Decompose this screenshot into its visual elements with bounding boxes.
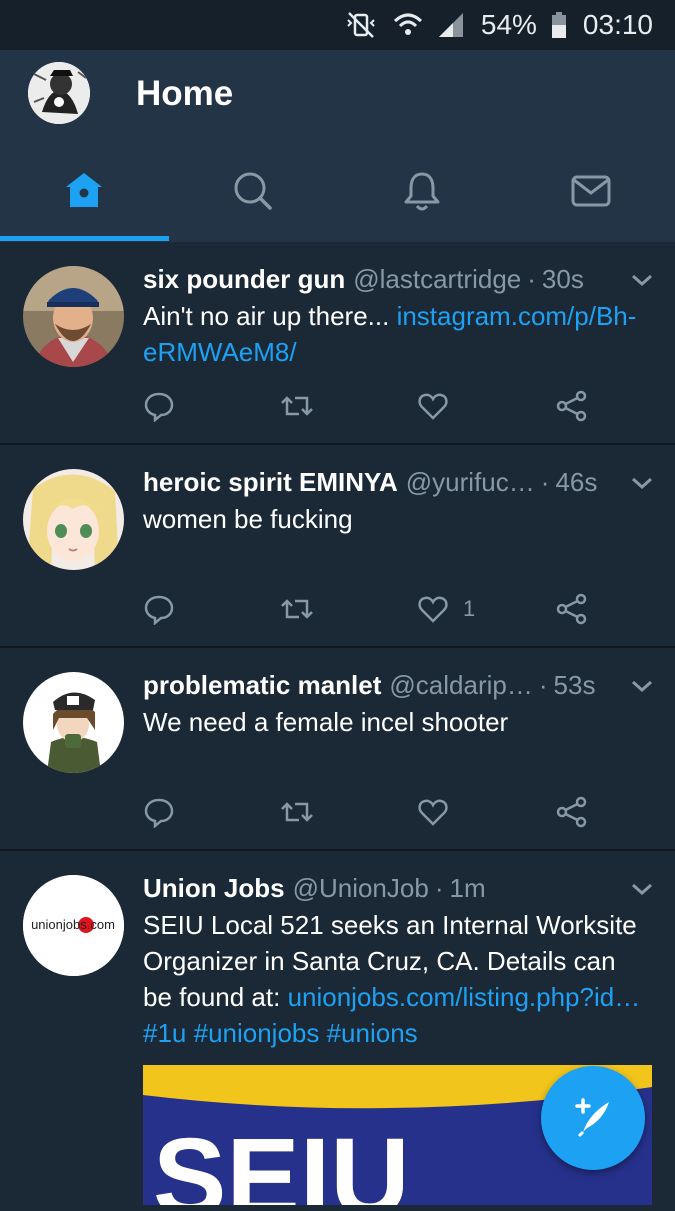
compose-quill-icon <box>569 1092 617 1145</box>
bell-icon <box>402 170 442 217</box>
tweet-header: heroic spirit EMINYA @yurifuc… · 46s <box>143 467 598 498</box>
reply-icon[interactable] <box>143 796 175 828</box>
media-text: SEIU <box>153 1116 410 1205</box>
chevron-down-icon[interactable] <box>630 881 654 902</box>
timestamp: 46s <box>555 467 598 497</box>
user-handle[interactable]: @caldarip… <box>389 670 532 701</box>
retweet-icon[interactable] <box>279 593 315 625</box>
battery-icon <box>551 11 567 39</box>
tweet-header: Union Jobs @UnionJob · 1m <box>143 873 486 904</box>
tweet[interactable]: problematic manlet @caldarip… · 53s We n… <box>0 648 675 851</box>
tweet-header: problematic manlet @caldarip… · 53s <box>143 670 596 701</box>
like-count: 1 <box>463 596 476 621</box>
chevron-down-icon[interactable] <box>630 272 654 293</box>
retweet-icon[interactable] <box>279 390 315 422</box>
signal-icon <box>437 11 465 39</box>
clock: 03:10 <box>582 9 653 40</box>
mail-icon <box>570 173 612 214</box>
tab-notifications[interactable] <box>338 150 507 236</box>
user-avatar[interactable] <box>23 266 124 367</box>
share-icon[interactable] <box>555 593 589 625</box>
home-icon <box>63 171 105 216</box>
display-name[interactable]: heroic spirit EMINYA <box>143 467 398 498</box>
tab-search[interactable] <box>169 150 338 236</box>
tweet-actions <box>143 390 603 426</box>
battery-percent: 54% <box>480 9 537 40</box>
like-icon[interactable]: 1 <box>417 593 475 625</box>
user-handle[interactable]: @yurifuc… <box>406 467 535 498</box>
reply-icon[interactable] <box>143 593 175 625</box>
vibrate-mute-icon <box>343 11 379 39</box>
chevron-down-icon[interactable] <box>630 678 654 699</box>
tweet-actions: 1 <box>143 593 603 629</box>
tweet-text: We need a female incel shooter <box>143 707 509 737</box>
user-avatar[interactable] <box>23 672 124 773</box>
timeline: six pounder gun @lastcartridge · 30s Ain… <box>0 242 675 1211</box>
display-name[interactable]: six pounder gun <box>143 264 345 295</box>
search-icon <box>232 170 274 217</box>
user-avatar[interactable] <box>23 469 124 570</box>
avatar-logo-text: unionjobs.com <box>31 917 115 932</box>
tab-messages[interactable] <box>506 150 675 236</box>
tweet-actions <box>143 796 603 832</box>
active-tab-indicator <box>0 236 169 241</box>
like-icon[interactable] <box>417 796 461 828</box>
user-avatar[interactable]: unionjobs.com <box>23 875 124 976</box>
tweet-header: six pounder gun @lastcartridge · 30s <box>143 264 584 295</box>
tweet-link[interactable]: unionjobs.com/listing.php?id… <box>288 982 641 1012</box>
profile-avatar[interactable] <box>28 62 90 124</box>
app-header: Home <box>0 50 675 242</box>
reply-icon[interactable] <box>143 390 175 422</box>
like-icon[interactable] <box>417 390 461 422</box>
timestamp: 30s <box>541 264 584 294</box>
tweet-hashtags[interactable]: #1u #unionjobs #unions <box>143 1018 418 1048</box>
tab-bar <box>0 150 675 236</box>
display-name[interactable]: Union Jobs <box>143 873 285 904</box>
tweet-text: SEIU Local 521 seeks an Internal Worksit… <box>143 910 641 1048</box>
timestamp: 1m <box>449 873 486 903</box>
share-icon[interactable] <box>555 796 589 828</box>
chevron-down-icon[interactable] <box>630 475 654 496</box>
timestamp: 53s <box>553 670 596 700</box>
share-icon[interactable] <box>555 390 589 422</box>
retweet-icon[interactable] <box>279 796 315 828</box>
compose-tweet-button[interactable] <box>541 1066 645 1170</box>
status-bar: 54% 03:10 <box>0 0 675 50</box>
tab-home[interactable] <box>0 150 169 236</box>
tweet-text: Ain't no air up there... instagram.com/p… <box>143 301 637 367</box>
wifi-icon <box>393 11 423 39</box>
tweet[interactable]: six pounder gun @lastcartridge · 30s Ain… <box>0 242 675 445</box>
user-handle[interactable]: @UnionJob <box>293 873 429 904</box>
tweet[interactable]: heroic spirit EMINYA @yurifuc… · 46s wom… <box>0 445 675 648</box>
page-title: Home <box>136 74 234 113</box>
display-name[interactable]: problematic manlet <box>143 670 381 701</box>
tweet-text: women be fucking <box>143 504 353 534</box>
user-handle[interactable]: @lastcartridge <box>353 264 521 295</box>
